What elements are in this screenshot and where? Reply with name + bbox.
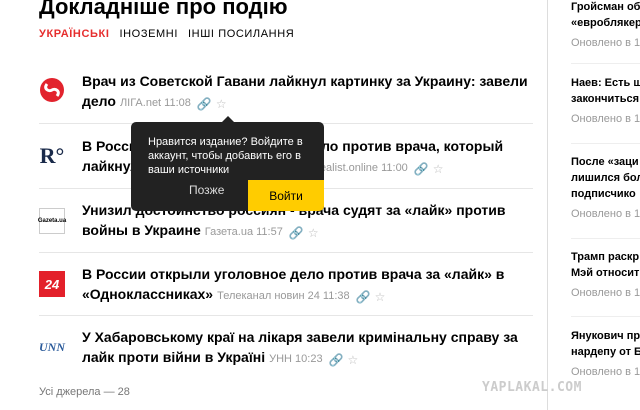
tab-other-links[interactable]: ІНШІ ПОСИЛАННЯ <box>188 28 294 40</box>
star-icon[interactable]: ☆ <box>433 159 444 179</box>
gazeta-logo-icon: Gazeta.ua <box>38 208 66 234</box>
popup-arrow <box>221 116 234 122</box>
tab-ukrainian[interactable]: УКРАЇНСЬКІ <box>39 28 109 40</box>
tv24-logo-icon: 24 <box>39 271 65 297</box>
tab-foreign[interactable]: ІНОЗЕМНІ <box>119 28 178 40</box>
star-icon[interactable]: ☆ <box>216 94 227 114</box>
star-icon[interactable]: ☆ <box>348 350 359 370</box>
link-icon[interactable]: 🔗 <box>329 350 344 370</box>
link-icon[interactable]: 🔗 <box>197 94 212 114</box>
side-news-item[interactable]: Наев: Есть ш закончиться Оновлено в 1 <box>571 75 640 125</box>
source-tabs: УКРАЇНСЬКІ ІНОЗЕМНІ ІНШІ ПОСИЛАННЯ <box>39 28 304 40</box>
side-news-item[interactable]: Янукович пр нардепу от Б Оновлено в 1 <box>571 328 640 378</box>
news-headline[interactable]: У Хабаровському краї на лікаря завели кр… <box>82 327 532 370</box>
link-icon[interactable]: 🔗 <box>356 287 371 307</box>
news-source-line: Realist.online 11:00 🔗 ☆ <box>312 156 512 179</box>
realist-logo-icon: R° <box>39 143 65 168</box>
divider <box>571 143 640 144</box>
side-news-item[interactable]: Трамп раскр Мэй относит Оновлено в 1 <box>571 249 640 299</box>
news-source[interactable]: УНН 10:23 <box>269 353 322 365</box>
right-column: Гройсман об «евроблякер Оновлено в 1 Нае… <box>571 0 640 410</box>
star-icon[interactable]: ☆ <box>308 223 319 243</box>
side-news-item[interactable]: После «заци лишился бол подписчико Оновл… <box>571 154 640 220</box>
column-divider <box>547 0 548 410</box>
divider <box>571 316 640 317</box>
divider <box>39 315 533 316</box>
side-news-item[interactable]: Гройсман об «евроблякер Оновлено в 1 <box>571 0 640 49</box>
divider <box>571 238 640 239</box>
news-source[interactable]: Газета.ua 11:57 <box>205 226 283 238</box>
page-title: Докладніше про подію <box>39 0 288 19</box>
watermark: YAPLAKAL.COM <box>482 380 582 395</box>
unn-logo-icon: UNN <box>39 339 65 354</box>
login-button[interactable]: Войти <box>248 180 324 211</box>
news-headline[interactable]: В России открыли уголовное дело против в… <box>82 264 532 307</box>
divider <box>39 252 533 253</box>
divider <box>571 63 640 64</box>
popup-message: Нравится издание? Войдите в аккаунт, что… <box>148 136 303 176</box>
news-headline[interactable]: Врач из Советской Гавани лайкнул картинк… <box>82 71 532 114</box>
news-source[interactable]: ЛІГА.net 11:08 <box>120 97 191 109</box>
link-icon[interactable]: 🔗 <box>289 223 304 243</box>
news-source[interactable]: Телеканал новин 24 11:38 <box>217 290 350 302</box>
liga-logo-icon <box>39 77 65 103</box>
add-source-popup: Нравится издание? Войдите в аккаунт, что… <box>131 116 324 211</box>
later-button[interactable]: Позже <box>189 183 224 197</box>
link-icon[interactable]: 🔗 <box>414 159 429 179</box>
star-icon[interactable]: ☆ <box>375 287 386 307</box>
news-source[interactable]: Realist.online 11:00 <box>312 162 408 174</box>
all-sources-link[interactable]: Усі джерела — 28 <box>39 386 130 398</box>
